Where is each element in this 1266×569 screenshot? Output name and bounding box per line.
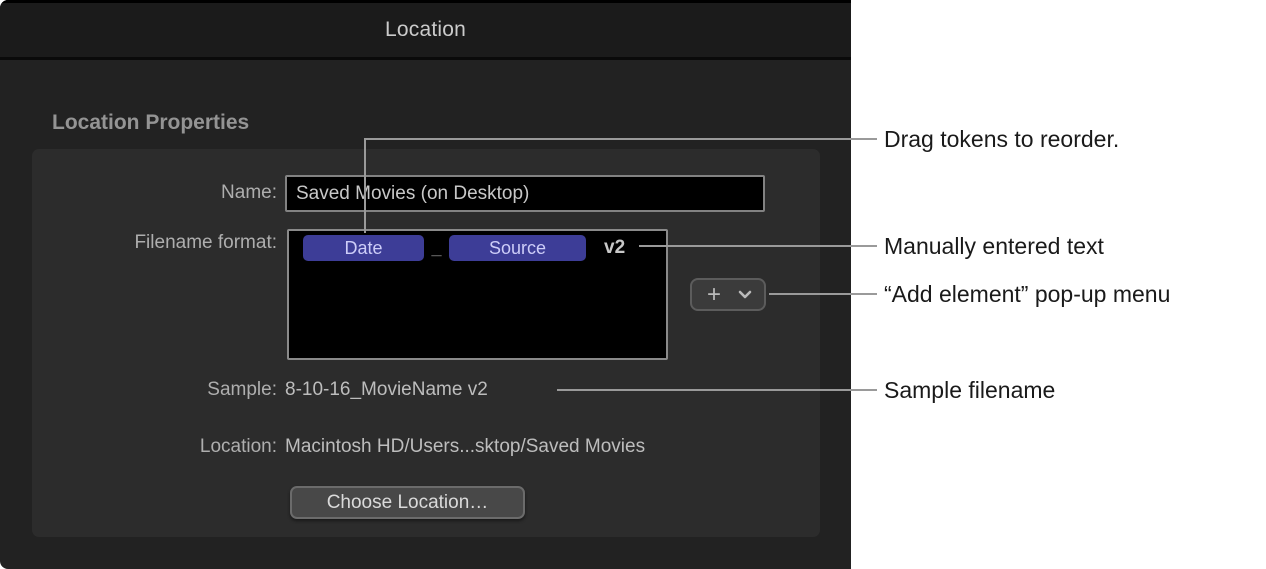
callout-line-drag-tokens-horizontal [364,138,877,140]
choose-location-button[interactable]: Choose Location… [290,486,525,519]
annotation-add-element: “Add element” pop-up menu [884,281,1170,307]
filename-format-field[interactable]: Date _ Source v2 [287,229,668,360]
name-label: Name: [30,180,277,206]
annotation-manual-text: Manually entered text [884,233,1104,259]
annotation-drag-tokens: Drag tokens to reorder. [884,126,1119,152]
sample-value: 8-10-16_MovieName v2 [285,377,488,403]
panel-title: Location [385,18,466,42]
location-label: Location: [30,434,277,460]
token-separator: _ [426,235,447,261]
panel-title-bar: Location [0,0,851,60]
screenshot: Location Location Properties Name: Saved… [0,0,1266,569]
filename-format-label: Filename format: [30,230,277,256]
add-element-button[interactable]: + [690,278,766,311]
callout-line-drag-tokens-vertical [364,138,366,233]
section-title: Location Properties [52,111,249,135]
callout-line-add-element [769,293,877,295]
sample-label: Sample: [30,377,277,403]
callout-line-manual-text [639,245,877,247]
location-value: Macintosh HD/Users...sktop/Saved Movies [285,434,645,460]
chevron-down-icon [738,290,752,299]
token-source[interactable]: Source [449,235,586,261]
token-date[interactable]: Date [303,235,424,261]
plus-icon: + [707,281,721,309]
callout-line-sample-filename [557,389,877,391]
name-input[interactable]: Saved Movies (on Desktop) [285,175,765,212]
location-inspector-panel: Location Location Properties Name: Saved… [0,0,851,569]
annotation-sample-filename: Sample filename [884,377,1055,403]
manual-text[interactable]: v2 [604,235,625,261]
